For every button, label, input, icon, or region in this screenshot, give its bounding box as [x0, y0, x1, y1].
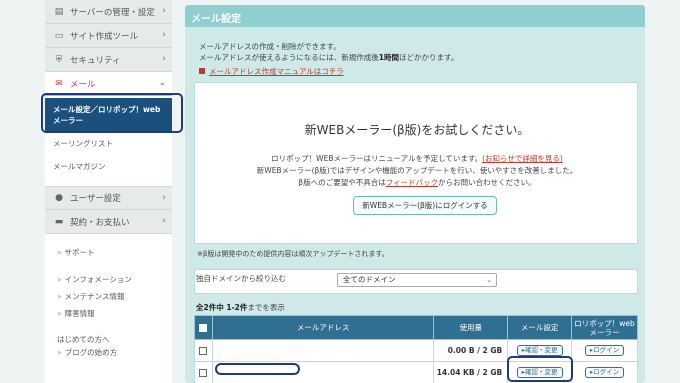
chevron-down-icon: ⌄: [158, 78, 166, 88]
highlight-annotation: [41, 93, 183, 133]
intro-delay-post: ほどかかります。: [399, 53, 459, 62]
sidebar-item-label: サイト作成ツール: [70, 31, 139, 42]
result-count-range: 全2件中 1-2件: [196, 303, 248, 312]
row-checkbox-cell: [194, 339, 213, 362]
link-incident[interactable]: » 障害情報: [45, 305, 172, 322]
manual-link[interactable]: メールアドレス作成マニュアルはコチラ: [199, 66, 344, 77]
sidebar-links: » サポート » インフォメーション » メンテナンス情報 » 障害情報 はじめての方へ…: [45, 234, 172, 361]
webmail-cell: ▸ログイン: [571, 361, 638, 383]
arrow-icon: »: [57, 292, 62, 301]
chevron-right-icon: ›: [162, 30, 166, 40]
link-label: メンテナンス情報: [64, 292, 125, 301]
promo-line-2: 新WEBメーラー(β版)ではデザインや機能のアップデートを行い、使いやすさを改善…: [256, 166, 578, 175]
redaction-scribble: [215, 363, 300, 375]
address-cell: [211, 339, 435, 362]
chevron-right-icon: ›: [162, 193, 166, 203]
intro-delay-text: メールアドレスが使えるようになるには、新規作成後1時間ほどかかります。: [199, 52, 458, 63]
webmail-cell: ▸ログイン: [571, 339, 638, 362]
row-checkbox[interactable]: [199, 347, 208, 355]
row-checkbox[interactable]: [199, 369, 208, 377]
select-all-cell: [194, 315, 213, 340]
manual-link-label: メールアドレス作成マニュアルはコチラ: [209, 67, 344, 76]
promo-title: 新WEBメーラー(β版)をお試しください。: [304, 123, 530, 137]
link-label: サポート: [64, 248, 95, 257]
webmailer-promo-box: 新WEBメーラー(β版)をお試しください。 ロリポップ！WEBメーラーはリニュー…: [194, 82, 638, 244]
user-icon: ●: [55, 193, 63, 203]
page-title: メール設定: [185, 5, 645, 27]
usage-cell: 14.04 KB / 2 GB: [433, 361, 509, 383]
select-all-checkbox[interactable]: [199, 324, 208, 332]
sidebar-item-billing[interactable]: ▬ 契約・お支払い ›: [45, 210, 172, 234]
submenu-mail-magazine[interactable]: メールマガジン: [45, 155, 172, 178]
domain-filter-label: 独自ドメインから絞り込む: [196, 274, 286, 283]
feedback-link[interactable]: フィードバック: [386, 178, 438, 187]
promo-line-3: β版へのご要望や不具合はフィードバックからお問い合わせください。: [195, 177, 639, 188]
intro-delay-bold: 1時間: [378, 53, 399, 62]
square-bullet-icon: [199, 68, 205, 74]
domain-select[interactable]: 全てのドメイン ⌄: [337, 273, 497, 287]
sidebar-item-label: 契約・お支払い: [70, 217, 130, 228]
card-icon: ▬: [54, 216, 64, 227]
sidebar-top-group: ▤ サーバーの管理・設定 › ▭ サイト作成ツール › ⛨ セキュリティ › ✉…: [45, 0, 172, 96]
header-webmail: ロリポップ！webメーラー: [571, 315, 638, 340]
sidebar-item-label: ユーザー設定: [70, 194, 121, 204]
promo-line-1-text: ロリポップ！WEBメーラーはリニューアルを予定しています。: [271, 154, 483, 163]
promo-line-3-pre: β版へのご要望や不具合は: [298, 178, 386, 187]
webmail-login-button[interactable]: ▸ログイン: [584, 367, 625, 378]
monitor-icon: ▭: [54, 30, 64, 41]
sidebar-item-label: メール: [70, 79, 96, 90]
link-blog-guide[interactable]: » ブログの始め方: [45, 345, 172, 361]
chevron-right-icon: ›: [162, 54, 166, 64]
chevron-right-icon: ›: [162, 216, 166, 226]
server-icon: ▤: [54, 6, 64, 17]
link-information[interactable]: » インフォメーション: [45, 271, 172, 288]
arrow-icon: »: [57, 275, 62, 284]
intro-text: メールアドレスの作成・削除ができます。: [199, 42, 341, 51]
table-header-row: メールアドレス 使用量 メール設定 ロリポップ！webメーラー: [194, 315, 638, 340]
sidebar-item-site-tools[interactable]: ▭ サイト作成ツール ›: [45, 24, 172, 48]
link-label: インフォメーション: [64, 275, 132, 284]
sidebar-item-label: サーバーの管理・設定: [70, 7, 155, 18]
chevron-right-icon: ›: [162, 6, 166, 16]
link-support[interactable]: » サポート: [45, 244, 172, 261]
beginner-heading: はじめての方へ: [57, 335, 110, 344]
beta-note: ※β版は開発中のため提供内容は順次アップデートされます。: [197, 250, 389, 258]
confirm-change-button[interactable]: ▸確認・変更: [516, 345, 563, 356]
intro-delay-pre: メールアドレスが使えるようになるには、新規作成後: [199, 53, 379, 62]
usage-cell: 0.00 B / 2 GB: [433, 339, 509, 362]
link-maintenance[interactable]: » メンテナンス情報: [45, 288, 172, 305]
webmail-login-button[interactable]: ▸ログイン: [584, 345, 625, 356]
arrow-icon: »: [57, 248, 62, 257]
sidebar-item-security[interactable]: ⛨ セキュリティ ›: [45, 48, 172, 72]
header-usage: 使用量: [433, 315, 509, 340]
link-label: 障害情報: [64, 309, 95, 318]
arrow-icon: »: [57, 348, 62, 357]
sidebar-item-user[interactable]: ● ユーザー設定 ›: [45, 186, 172, 210]
result-count-suffix: までを表示: [247, 303, 285, 312]
header-settings: メール設定: [507, 315, 573, 340]
header-address: メールアドレス: [211, 315, 435, 340]
new-webmailer-login-button[interactable]: 新WEBメーラー(β版)にログインする: [353, 196, 497, 215]
promo-line-3-post: からお問い合わせください。: [438, 178, 536, 187]
domain-select-value: 全てのドメイン: [343, 275, 396, 284]
sidebar-item-label: セキュリティ: [70, 55, 121, 66]
sidebar: ▤ サーバーの管理・設定 › ▭ サイト作成ツール › ⛨ セキュリティ › ✉…: [45, 0, 172, 383]
mail-icon: ✉: [55, 78, 63, 89]
row-checkbox-cell: [194, 361, 213, 383]
highlight-annotation: [507, 356, 573, 382]
arrow-icon: »: [57, 309, 62, 318]
submenu-mailing-list[interactable]: メーリングリスト: [45, 132, 172, 155]
sidebar-item-server[interactable]: ▤ サーバーの管理・設定 ›: [45, 0, 172, 24]
promo-line-1: ロリポップ！WEBメーラーはリニューアルを予定しています。(お知らせで詳細を見る…: [195, 153, 639, 164]
result-count: 全2件中 1-2件までを表示: [196, 302, 285, 313]
caret-down-icon: ⌄: [486, 276, 492, 284]
link-label: ブログの始め方: [64, 348, 118, 357]
news-link[interactable]: (お知らせで詳細を見る): [482, 154, 563, 163]
shield-icon: ⛨: [55, 54, 63, 65]
mail-settings-panel: メール設定 メールアドレスの作成・削除ができます。 メールアドレスが使えるように…: [185, 5, 645, 383]
sidebar-bottom-group: ● ユーザー設定 › ▬ 契約・お支払い ›: [45, 186, 172, 234]
